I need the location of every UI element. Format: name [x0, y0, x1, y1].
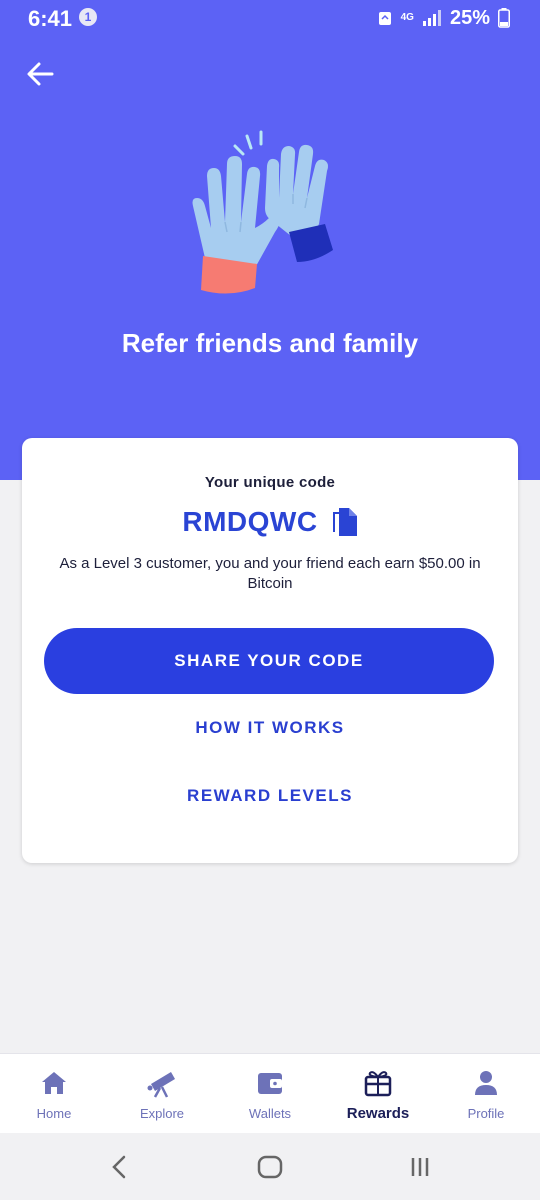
home-icon	[42, 1072, 66, 1094]
nav-item-explore[interactable]: Explore	[108, 1054, 216, 1133]
reward-levels-link[interactable]: REWARD LEVELS	[22, 786, 518, 806]
how-it-works-link[interactable]: HOW IT WORKS	[22, 718, 518, 738]
system-recents-icon[interactable]	[404, 1151, 436, 1183]
nav-item-wallets[interactable]: Wallets	[216, 1054, 324, 1133]
notification-count-badge: 1	[79, 8, 97, 26]
nav-label-rewards: Rewards	[346, 1105, 410, 1122]
nav-label-profile: Profile	[467, 1106, 505, 1121]
page-title: Refer friends and family	[121, 328, 419, 358]
nav-item-home[interactable]: Home	[0, 1054, 108, 1133]
bottom-navigation: Home Explore Wallets Rewards Profile	[0, 1053, 540, 1133]
nav-label-home: Home	[36, 1106, 72, 1121]
telescope-icon	[147, 1072, 175, 1098]
battery-icon	[498, 8, 510, 28]
signal-icon	[422, 10, 441, 26]
gift-icon	[364, 1071, 392, 1097]
code-label: Your unique code	[204, 474, 336, 491]
referral-card: Your unique code RMDQWC As a Level 3 cus…	[22, 438, 518, 863]
high-five-illustration	[192, 130, 333, 294]
code-row: RMDQWC	[22, 506, 518, 538]
status-bar: 6:41 1 4G 25%	[0, 0, 540, 36]
nav-item-rewards[interactable]: Rewards	[324, 1054, 432, 1133]
share-code-button[interactable]: SHARE YOUR CODE	[44, 628, 494, 694]
alarm-icon	[378, 12, 391, 25]
system-navigation-bar	[0, 1133, 540, 1200]
person-icon	[475, 1071, 497, 1095]
network-type: 4G	[400, 12, 414, 23]
status-time: 6:41	[28, 6, 73, 31]
battery-percent: 25%	[449, 6, 490, 29]
system-home-icon[interactable]	[254, 1151, 286, 1183]
system-back-icon[interactable]	[104, 1151, 136, 1183]
reward-description: As a Level 3 customer, you and your frie…	[59, 555, 481, 592]
wallet-icon	[258, 1073, 282, 1094]
nav-label-wallets: Wallets	[248, 1106, 292, 1121]
copy-icon[interactable]	[330, 506, 358, 538]
back-arrow-icon[interactable]	[24, 58, 56, 90]
nav-label-explore: Explore	[139, 1106, 185, 1121]
nav-item-profile[interactable]: Profile	[432, 1054, 540, 1133]
referral-code: RMDQWC	[182, 506, 318, 537]
